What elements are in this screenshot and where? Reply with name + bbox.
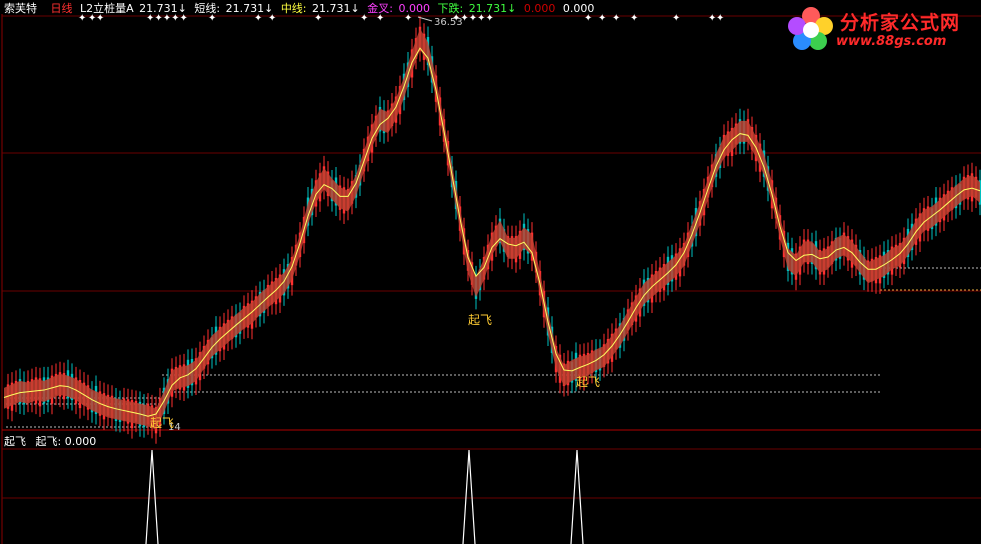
kline-chart[interactable]: ✦ ✦ ✦ ✦✦✦✦✦ ✦ ✦ ✦ ✦ ✦ ✦ ✦ ✦✦✦✦✦ ✦ ✦ ✦ ✦ ✦ ✦ ✦ 36.53 … [0,0,981,544]
mid-value: 21.731↓ [312,2,360,15]
mid-label: 中线: [280,2,307,15]
gold-label: 金叉: [367,2,393,15]
spike-3 [570,449,584,544]
signal-label-1: 起飞 [150,416,175,430]
logo-url: www.88gs.com [836,34,947,49]
value-1: 0.000 [523,2,556,15]
svg-text:✦: ✦ [612,13,620,24]
fall-label: 下跌: [437,2,464,15]
logo-title: 分析家公式网 [840,12,961,34]
subpanel-name[interactable]: 起飞 [4,435,26,448]
indicator-header: 索芙特 日线 L2立桩量A 21.731↓ 短线: 21.731↓ 中线: 21… [4,2,598,16]
flower-icon [788,7,833,50]
fall-value: 21.731↓ [468,2,517,15]
svg-text:✦: ✦ [630,13,638,24]
gold-value: 0.000 [398,2,430,15]
indicator-name[interactable]: L2立桩量A [80,2,134,15]
subpanel-value: 0.000 [64,435,97,448]
period-label[interactable]: 日线 [51,2,73,15]
subpanel-header: 起飞 起飞: 0.000 [4,435,96,449]
spike-1 [145,449,159,544]
chart-grid [1,14,981,544]
short-value: 21.731↓ [225,2,274,15]
spike-2 [462,449,476,544]
a-value: 21.731↓ [139,2,187,15]
svg-text:✦: ✦ [672,13,680,24]
stock-name[interactable]: 索芙特 [4,2,37,15]
peak-label: 36.53 [434,17,463,28]
takeoff-spikes [145,449,584,544]
site-logo: 分析家公式网 www.88gs.com [784,4,978,54]
candlesticks [6,16,981,444]
signal-label-3: 起飞 [576,375,601,389]
svg-text:✦: ✦ [716,13,724,24]
signal-label-2: 起飞 [468,313,493,327]
subpanel-label: 起飞: [35,435,62,448]
peak-marker: 36.53 [417,16,463,28]
svg-text:✦: ✦ [598,13,606,24]
short-label: 短线: [194,2,221,15]
value-2: 0.000 [562,2,595,15]
